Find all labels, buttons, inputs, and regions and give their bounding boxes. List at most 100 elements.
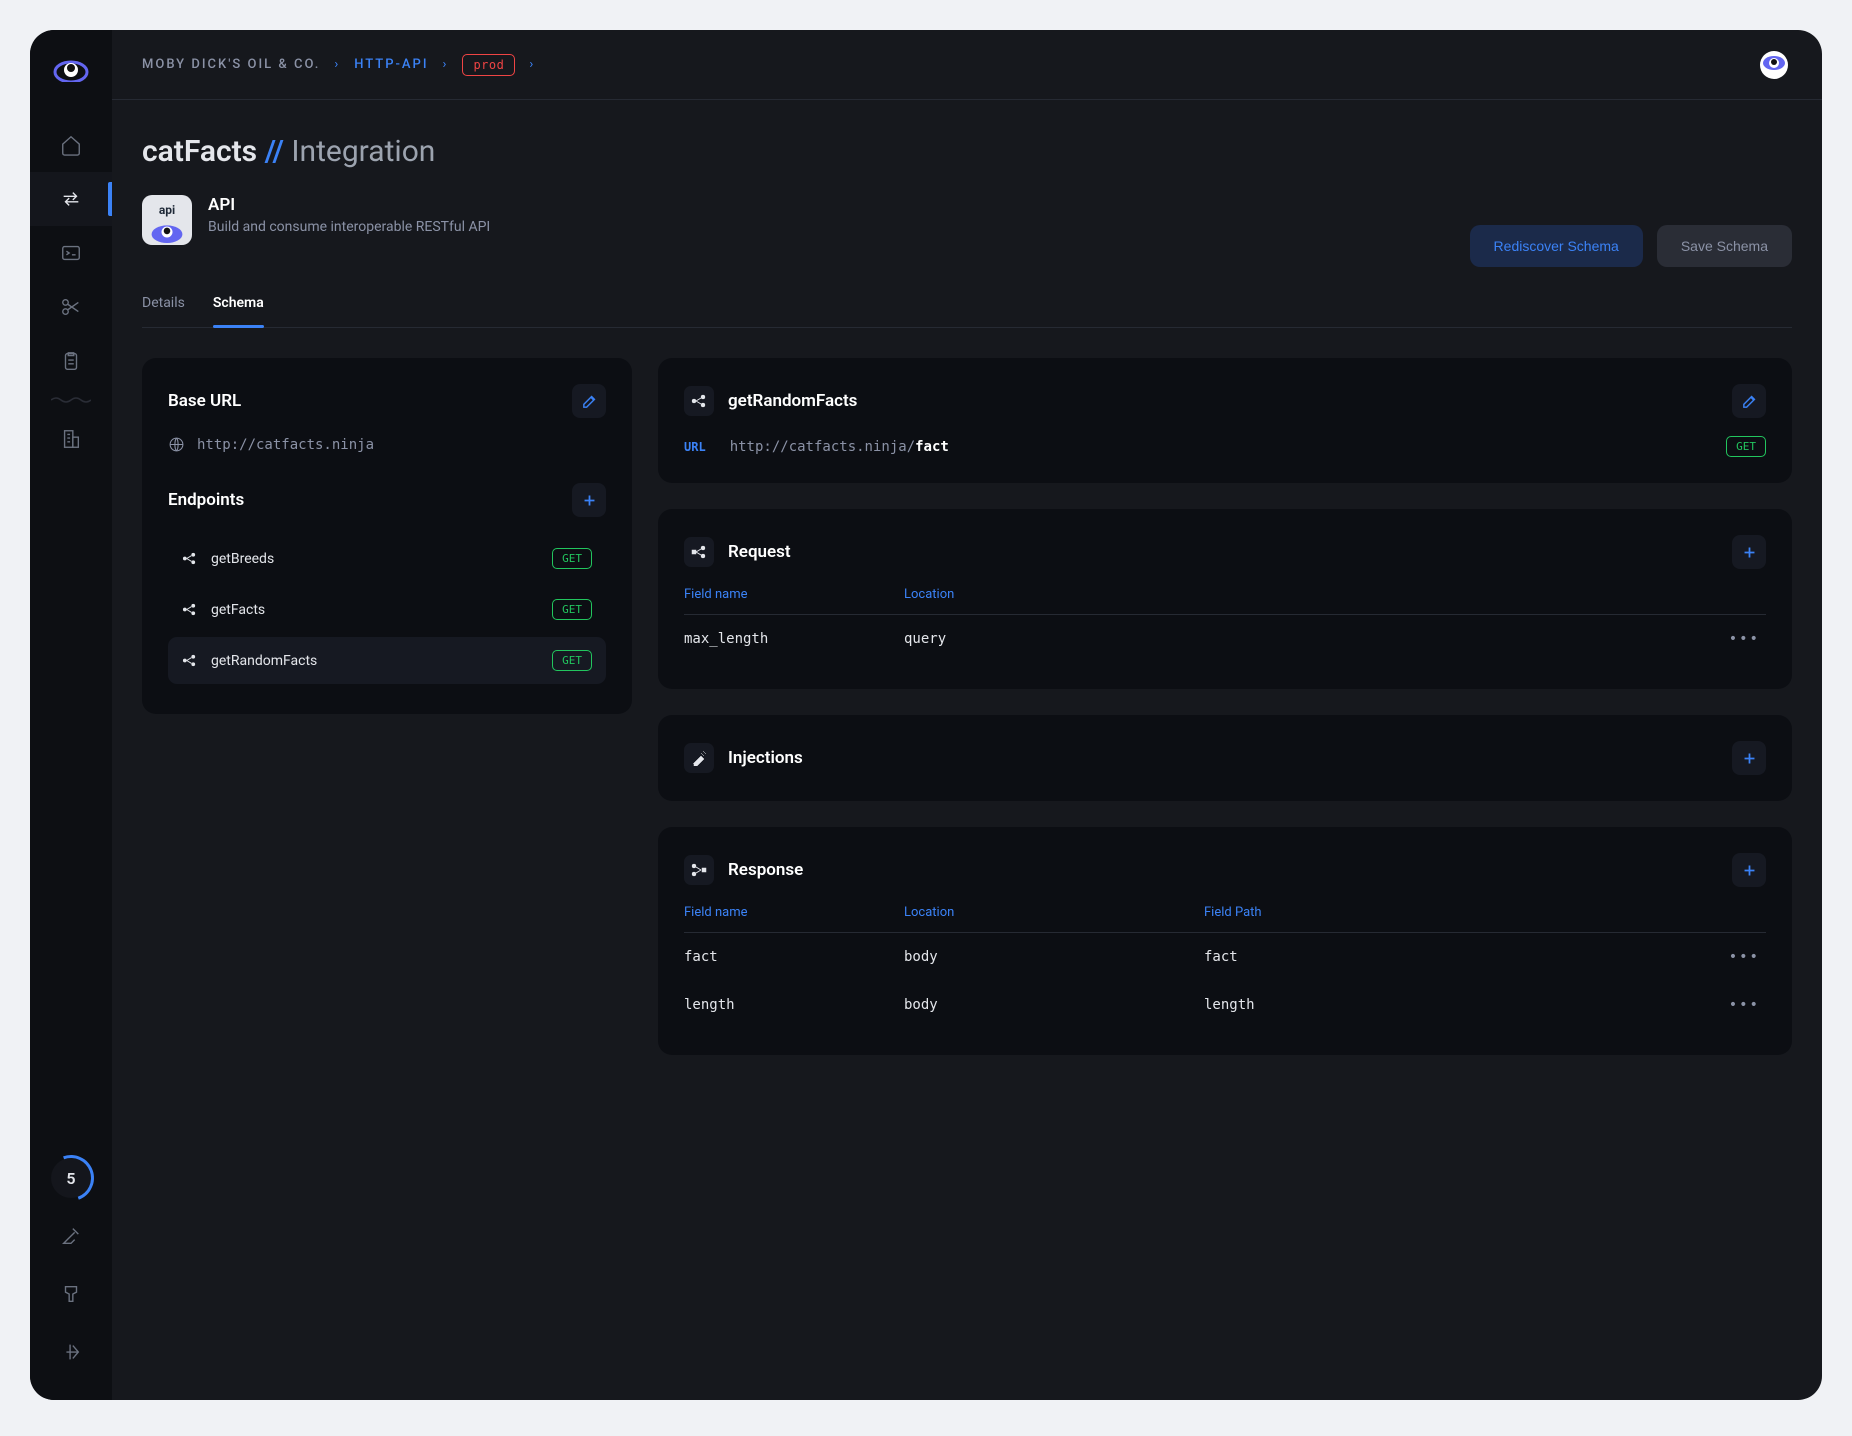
edit-base-url-button[interactable] xyxy=(572,384,606,418)
add-response-field-button[interactable] xyxy=(1732,853,1766,887)
broom-icon xyxy=(60,1225,82,1247)
api-icon: api xyxy=(142,195,192,245)
sidebar: 5 xyxy=(30,30,112,1400)
rediscover-schema-button[interactable]: Rediscover Schema xyxy=(1470,225,1643,267)
save-schema-button[interactable]: Save Schema xyxy=(1657,225,1792,267)
tab-schema[interactable]: Schema xyxy=(213,285,264,327)
breadcrumb: MOBY DICK'S OIL & CO. › HTTP-API › prod … xyxy=(142,54,535,76)
injections-title: Injections xyxy=(728,748,803,768)
base-url-card: Base URL http://catfacts.ninja Endpoints xyxy=(142,358,632,714)
api-subtitle: Build and consume interoperable RESTful … xyxy=(208,219,490,235)
endpoint-name: getFacts xyxy=(211,602,265,618)
app-window: 5 MOBY DICK'S OIL & CO. › HTTP-API › pro… xyxy=(30,30,1822,1400)
title-separator: // xyxy=(265,134,284,169)
avatar[interactable] xyxy=(1756,50,1792,80)
endpoint-item[interactable]: getFacts GET xyxy=(168,586,606,633)
response-title: Response xyxy=(728,860,803,880)
nav-broom[interactable] xyxy=(30,1216,112,1256)
endpoint-item[interactable]: getBreeds GET xyxy=(168,535,606,582)
request-table-header: Field name Location xyxy=(684,587,1766,615)
crumb-api[interactable]: HTTP-API xyxy=(354,57,428,72)
table-row: fact body fact ••• xyxy=(684,933,1766,981)
nav-settings[interactable] xyxy=(30,1274,112,1314)
globe-icon xyxy=(168,436,185,453)
env-tag[interactable]: prod xyxy=(462,54,515,76)
base-url-title: Base URL xyxy=(168,391,241,411)
crumb-company[interactable]: MOBY DICK'S OIL & CO. xyxy=(142,57,320,72)
response-icon xyxy=(684,855,714,885)
tabs: Details Schema xyxy=(142,285,1792,328)
endpoints-list: getBreeds GET getFacts GET xyxy=(168,535,606,684)
building-icon xyxy=(60,428,82,450)
swap-icon xyxy=(60,188,82,210)
injections-card: Injections xyxy=(658,715,1792,801)
add-injection-button[interactable] xyxy=(1732,741,1766,775)
nav-integrations[interactable] xyxy=(30,172,112,226)
url-label: URL xyxy=(684,440,706,454)
node-icon xyxy=(182,602,197,617)
endpoint-detail-title: getRandomFacts xyxy=(728,391,857,411)
flow-out-icon xyxy=(691,862,707,878)
method-badge: GET xyxy=(552,548,592,569)
home-icon xyxy=(60,134,82,156)
clipboard-icon xyxy=(60,350,82,372)
endpoint-icon xyxy=(684,386,714,416)
app-logo xyxy=(53,58,89,82)
endpoint-item[interactable]: getRandomFacts GET xyxy=(168,637,606,684)
chevron-right-icon: › xyxy=(443,57,449,72)
nav-logout[interactable] xyxy=(30,1332,112,1372)
nav-cut[interactable] xyxy=(30,280,112,334)
endpoint-url: http://catfacts.ninja/fact xyxy=(730,439,949,455)
table-row: max_length query ••• xyxy=(684,615,1766,663)
add-endpoint-button[interactable] xyxy=(572,483,606,517)
edit-endpoint-button[interactable] xyxy=(1732,384,1766,418)
nav-clipboard[interactable] xyxy=(30,334,112,388)
tool-icon xyxy=(60,1283,82,1305)
chevron-right-icon: › xyxy=(334,57,340,72)
progress-ring-icon xyxy=(40,1147,101,1208)
response-table-header: Field name Location Field Path xyxy=(684,905,1766,933)
nav-company[interactable] xyxy=(30,412,112,466)
injections-icon xyxy=(684,743,714,773)
method-badge: GET xyxy=(552,599,592,620)
request-card: Request Field name Location max_length xyxy=(658,509,1792,689)
counter-badge[interactable]: 5 xyxy=(51,1158,91,1198)
node-icon xyxy=(182,653,197,668)
pencil-icon xyxy=(581,393,598,410)
nav-terminal[interactable] xyxy=(30,226,112,280)
topbar: MOBY DICK'S OIL & CO. › HTTP-API › prod … xyxy=(112,30,1822,100)
terminal-icon xyxy=(60,242,82,264)
main-content: MOBY DICK'S OIL & CO. › HTTP-API › prod … xyxy=(112,30,1822,1400)
api-title: API xyxy=(208,195,490,215)
title-main: catFacts xyxy=(142,134,257,169)
title-sub: Integration xyxy=(291,134,435,169)
add-request-field-button[interactable] xyxy=(1732,535,1766,569)
method-badge: GET xyxy=(1726,436,1766,457)
response-card: Response Field name Location Field Path xyxy=(658,827,1792,1055)
flow-in-icon xyxy=(691,544,707,560)
node-icon xyxy=(182,551,197,566)
row-more-button[interactable]: ••• xyxy=(1729,631,1766,647)
plus-icon xyxy=(1741,750,1758,767)
base-url-value: http://catfacts.ninja xyxy=(197,437,374,453)
chevron-right-icon: › xyxy=(529,57,535,72)
syringe-icon xyxy=(691,750,707,766)
wavy-divider-icon xyxy=(51,396,91,404)
node-icon xyxy=(691,393,707,409)
endpoint-name: getRandomFacts xyxy=(211,653,317,669)
row-more-button[interactable]: ••• xyxy=(1729,997,1766,1013)
api-header-block: api API Build and consume interoperable … xyxy=(142,195,490,245)
tab-details[interactable]: Details xyxy=(142,285,185,327)
plus-icon xyxy=(581,492,598,509)
request-title: Request xyxy=(728,542,791,562)
pencil-icon xyxy=(1741,393,1758,410)
method-badge: GET xyxy=(552,650,592,671)
row-more-button[interactable]: ••• xyxy=(1729,949,1766,965)
logout-icon xyxy=(60,1341,82,1363)
endpoint-detail-card: getRandomFacts URL http://catfacts.ninja… xyxy=(658,358,1792,483)
plus-icon xyxy=(1741,544,1758,561)
nav-home[interactable] xyxy=(30,118,112,172)
endpoint-name: getBreeds xyxy=(211,551,274,567)
request-icon xyxy=(684,537,714,567)
page-title: catFacts // Integration xyxy=(142,134,1792,169)
